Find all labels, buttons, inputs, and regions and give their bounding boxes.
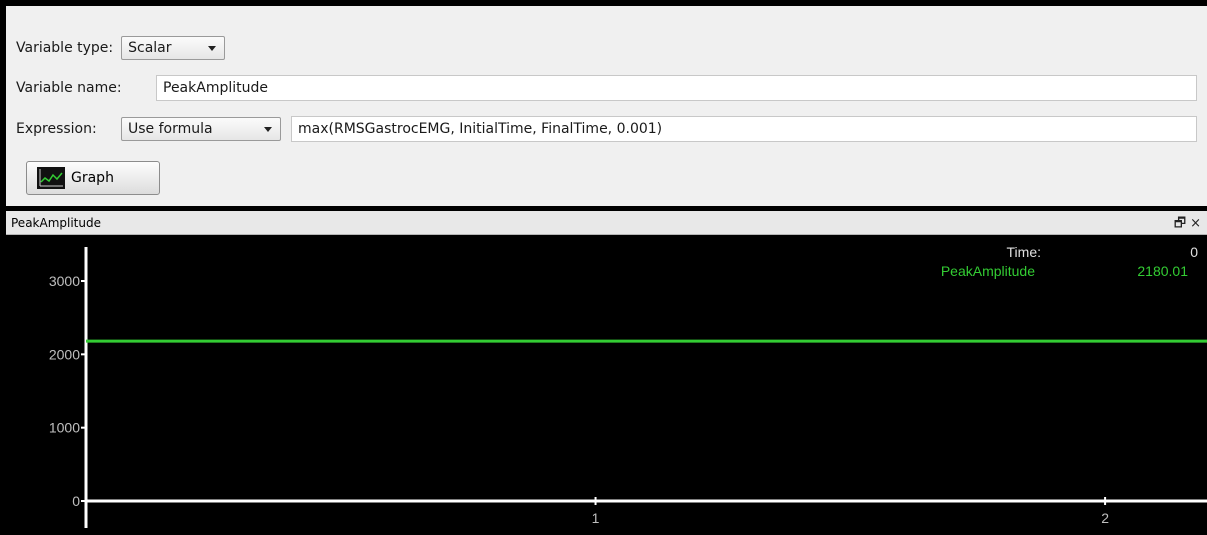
float-window-icon[interactable]: 🗗 [1174,216,1190,231]
graph-button[interactable]: Graph [26,161,160,195]
close-icon[interactable]: × [1190,216,1205,231]
formula-value: max(RMSGastrocEMG, InitialTime, FinalTim… [298,121,663,137]
expression-mode-select[interactable]: Use formula [121,117,281,141]
legend-time-value: 0 [1190,244,1198,260]
y-tick-label: 3000 [49,273,80,289]
variable-form: Variable type: Scalar Variable name: Pea… [6,6,1207,206]
plot-canvas: 0 1000 2000 3000 1 2 Time: 0 PeakAmplitude 2180.0… [49,244,1207,528]
variable-type-value: Scalar [128,40,172,56]
y-tick-label: 0 [72,493,80,509]
expression-mode-value: Use formula [128,121,213,137]
variable-name-value: PeakAmplitude [163,80,268,96]
variable-name-row: Variable name: PeakAmplitude [6,73,1207,103]
plot-area[interactable]: 0 1000 2000 3000 1 2 Time: 0 PeakAmplitude 2180.0… [6,235,1207,531]
graph-icon [37,167,65,189]
expression-row: Expression: Use formula max(RMSGastrocEM… [6,114,1207,144]
variable-type-row: Variable type: Scalar [6,33,226,63]
y-tick-label: 2000 [49,346,80,362]
plot-panel-title: PeakAmplitude [11,215,101,230]
panel-controls: 🗗× [1174,214,1205,236]
legend-series-value: 2180.01 [1137,263,1188,279]
variable-type-label: Variable type: [16,40,114,56]
expression-label: Expression: [16,121,97,137]
variable-name-input[interactable]: PeakAmplitude [156,75,1197,101]
expression-editor-window: Variable type: Scalar Variable name: Pea… [6,6,1207,531]
legend-series-label: PeakAmplitude [941,263,1035,279]
plot-panel-titlebar: PeakAmplitude 🗗× [6,211,1207,235]
x-tick-label: 2 [1101,510,1109,526]
y-tick-label: 1000 [49,420,80,436]
legend-time-label: Time: [1007,244,1041,260]
variable-name-label: Variable name: [16,80,122,96]
chevron-down-icon [264,127,272,132]
chevron-down-icon [208,46,217,51]
variable-type-select[interactable]: Scalar [121,36,226,60]
x-tick-label: 1 [592,510,600,526]
graph-button-label: Graph [71,170,114,186]
formula-input[interactable]: max(RMSGastrocEMG, InitialTime, FinalTim… [291,116,1197,142]
